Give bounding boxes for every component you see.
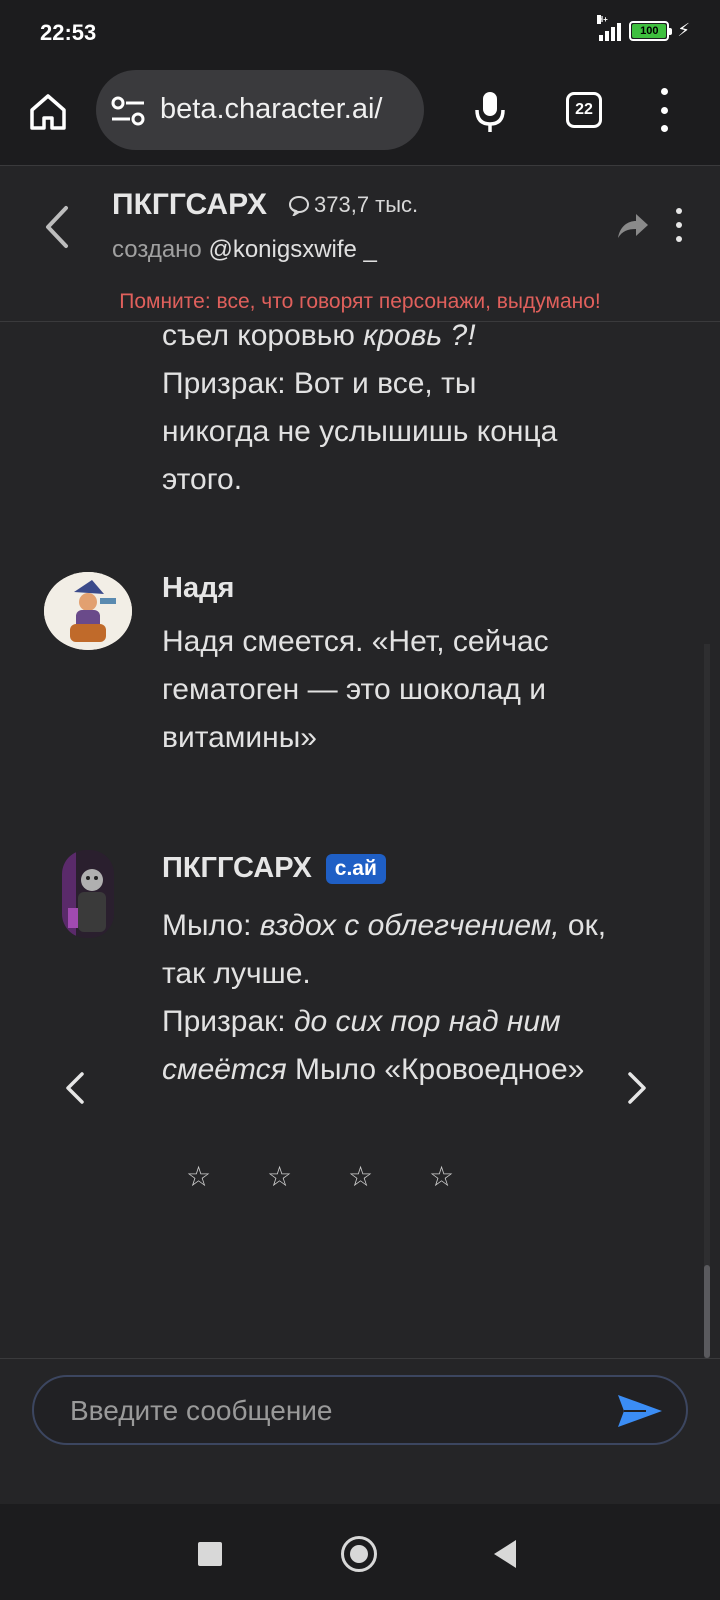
star-icon[interactable]: ☆	[186, 1160, 212, 1193]
browser-menu-icon[interactable]	[654, 88, 674, 132]
user-name: Надя	[162, 572, 235, 604]
microphone-icon[interactable]	[470, 88, 510, 136]
rating-stars: ☆ ☆ ☆ ☆	[186, 1160, 455, 1193]
system-navigation-bar	[0, 1504, 720, 1600]
chat-bubble-icon	[288, 196, 310, 216]
back-triangle-icon[interactable]	[494, 1540, 516, 1568]
scroll-track	[704, 644, 710, 1358]
user-avatar[interactable]	[44, 572, 132, 650]
messages-list: съел коровью кровь ?! Призрак: Вот и все…	[0, 322, 720, 1358]
address-bar[interactable]: beta.character.ai/	[96, 70, 424, 150]
creator-line: создано @konigsxwife _	[112, 236, 377, 264]
message-input-placeholder: Введите сообщение	[70, 1395, 333, 1426]
recents-icon[interactable]	[198, 1542, 222, 1566]
url-text: beta.character.ai/	[160, 93, 383, 125]
message-input[interactable]: Введите сообщение	[32, 1375, 688, 1445]
network-type: H+	[597, 14, 608, 24]
creator-handle[interactable]: @konigsxwife _	[208, 236, 376, 263]
share-icon[interactable]	[614, 210, 650, 242]
status-time: 22:53	[40, 20, 97, 45]
star-icon[interactable]: ☆	[348, 1160, 374, 1193]
battery-icon: 100	[629, 20, 673, 41]
character-name[interactable]: ПКГГСАРХ	[112, 188, 267, 222]
star-icon[interactable]: ☆	[267, 1160, 293, 1193]
tab-switcher-button[interactable]: 22	[566, 92, 602, 128]
back-icon[interactable]	[38, 202, 78, 252]
site-settings-icon[interactable]	[110, 96, 146, 126]
status-bar: 22:53 H+ 100 ⚡	[0, 0, 720, 62]
browser-toolbar: beta.character.ai/ 22	[0, 62, 720, 166]
more-options-icon[interactable]	[672, 208, 686, 242]
previous-reply-icon[interactable]	[60, 1068, 90, 1108]
signal-icon: H+	[597, 14, 622, 41]
scrollbar-thumb[interactable]	[704, 1265, 710, 1358]
chat-count-value: 373,7 тыс.	[314, 192, 419, 217]
bolt-icon: ⚡	[677, 20, 690, 40]
ai-badge: с.ай	[325, 853, 386, 884]
chat-count: 373,7 тыс.	[288, 192, 418, 218]
disclaimer-text: Помните: все, что говорят персонажи, выд…	[119, 290, 601, 313]
character-message-text: Мыло: вздох с облегчением, ок, так лучше…	[162, 909, 607, 1086]
status-icons: H+ 100 ⚡	[597, 14, 690, 41]
home-circle-icon[interactable]	[341, 1536, 377, 1572]
composer: Введите сообщение	[0, 1358, 720, 1504]
next-reply-icon[interactable]	[622, 1068, 652, 1108]
user-message-text: Надя смеется. «Нет, сейчас гематоген — э…	[162, 625, 549, 754]
character-message-name: ПКГГСАРХ	[162, 852, 312, 884]
character-avatar[interactable]	[62, 850, 114, 938]
chat-header: ПКГГСАРХ 373,7 тыс. создано @konigsxwife…	[0, 166, 720, 322]
home-icon[interactable]	[26, 90, 70, 134]
battery-level: 100	[632, 23, 667, 38]
character-message-header: ПКГГСАРХ с.ай	[162, 852, 386, 885]
send-icon[interactable]	[616, 1391, 664, 1431]
creator-prefix: создано	[112, 236, 202, 263]
previous-message-text: съел коровью кровь ?! Призрак: Вот и все…	[162, 322, 558, 496]
star-icon[interactable]: ☆	[429, 1160, 455, 1193]
